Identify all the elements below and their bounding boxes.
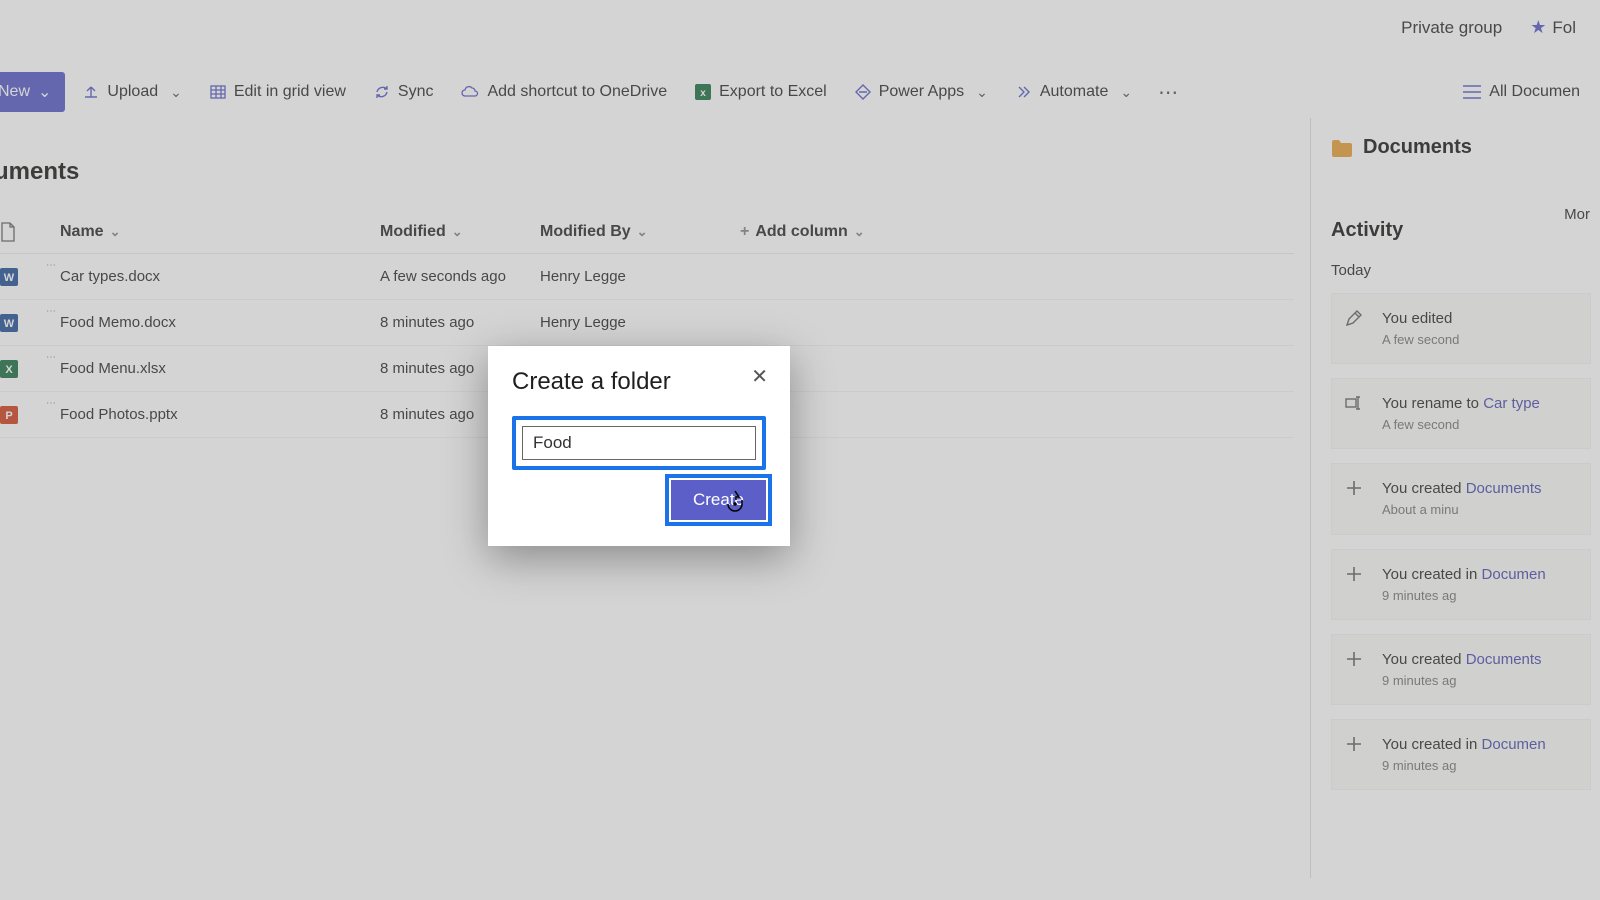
app-root: Private group ★ Fol New ⌄ Upload Edit in… — [0, 0, 1600, 900]
folder-name-input-highlight — [512, 416, 766, 470]
modal-scrim[interactable] — [0, 0, 1600, 900]
create-button[interactable]: Create — [671, 480, 766, 520]
folder-name-input[interactable] — [522, 426, 756, 460]
close-icon[interactable]: ✕ — [743, 360, 776, 393]
dialog-title: Create a folder — [512, 368, 766, 396]
create-folder-dialog: Create a folder ✕ Create — [488, 346, 790, 546]
